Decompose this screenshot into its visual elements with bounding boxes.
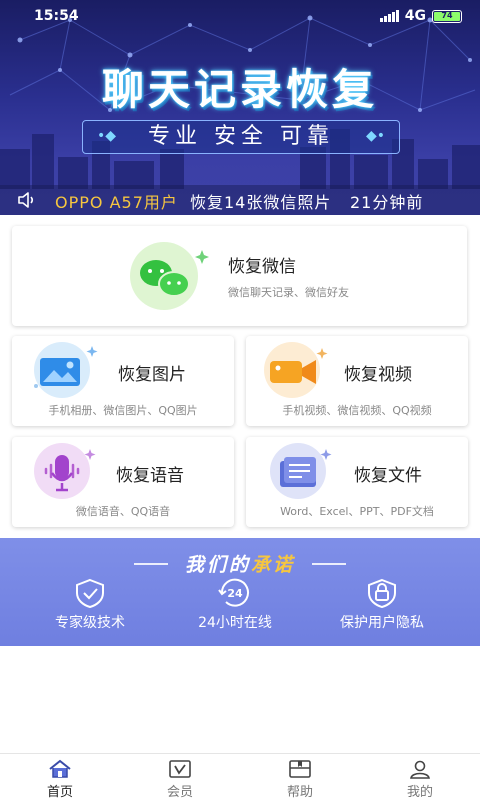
diamond-decoration-icon: ◆•	[365, 128, 385, 144]
recover-file-card[interactable]: 恢复文件 Word、Excel、PPT、PDF文档	[246, 437, 468, 527]
banner-subtitle: 专业 安全 可靠	[148, 124, 334, 149]
status-bar: 15:54 4G 74	[0, 0, 480, 32]
tab-mine[interactable]: 我的	[360, 754, 480, 800]
vip-icon	[169, 760, 191, 778]
network-type: 4G	[404, 8, 426, 24]
service-name: 恢复语音	[116, 466, 184, 486]
image-icon	[34, 342, 98, 398]
service-name: 恢复图片	[118, 365, 186, 385]
document-icon	[270, 443, 332, 499]
wechat-icon	[130, 242, 209, 310]
ticker-time: 21分钟前	[350, 193, 424, 212]
user-icon	[410, 760, 430, 779]
promise-item-online: 24 24小时在线	[155, 578, 315, 632]
recover-wechat-card[interactable]: 恢复微信 微信聊天记录、微信好友	[12, 226, 467, 326]
banner-title: 聊天记录恢复	[101, 65, 378, 114]
promise-section: 我们的承诺 专家级技术 24 24小时在线 保护用户隐私	[0, 538, 480, 646]
home-icon	[49, 759, 71, 778]
service-name: 恢复文件	[354, 466, 422, 486]
battery-icon: 74	[432, 9, 462, 23]
service-desc: 手机相册、微信图片、QQ图片	[48, 404, 198, 417]
lock-shield-icon	[368, 578, 396, 608]
recover-voice-card[interactable]: 恢复语音 微信语音、QQ语音	[12, 437, 234, 527]
recover-image-card[interactable]: 恢复图片 手机相册、微信图片、QQ图片	[12, 336, 234, 426]
divider	[312, 563, 346, 565]
tab-vip[interactable]: 会员	[120, 754, 240, 800]
service-desc: Word、Excel、PPT、PDF文档	[280, 505, 434, 518]
ticker-message: 恢复14张微信照片	[190, 193, 332, 212]
recover-video-card[interactable]: 恢复视频 手机视频、微信视频、QQ视频	[246, 336, 468, 426]
promise-item-privacy: 保护用户隐私	[302, 578, 462, 632]
signal-icon	[379, 10, 399, 22]
svg-text:24: 24	[227, 587, 243, 600]
service-name: 恢复微信	[228, 257, 296, 277]
promise-item-expert: 专家级技术	[10, 578, 170, 632]
book-icon	[289, 760, 311, 778]
clock-24-icon: 24	[218, 578, 249, 607]
microphone-icon	[34, 443, 96, 499]
service-desc: 微信聊天记录、微信好友	[228, 286, 349, 299]
speaker-icon	[18, 192, 34, 208]
banner: 15:54 4G 74 聊天记录恢复 •◆ 专业 安全 可靠 ◆• OPPO A…	[0, 0, 480, 215]
shield-check-icon	[76, 578, 104, 608]
recovery-ticker: OPPO A57用户 恢复14张微信照片 21分钟前	[0, 185, 480, 215]
ticker-user: OPPO A57用户	[55, 193, 178, 212]
promise-title: 我们的承诺	[184, 554, 296, 576]
tab-home[interactable]: 首页	[0, 754, 120, 800]
banner-subtitle-box: •◆ 专业 安全 可靠 ◆•	[82, 120, 400, 154]
video-camera-icon	[264, 342, 328, 398]
bottom-nav: 首页 会员 帮助 我的	[0, 753, 480, 800]
service-desc: 手机视频、微信视频、QQ视频	[282, 404, 432, 417]
status-time: 15:54	[34, 8, 79, 24]
service-desc: 微信语音、QQ语音	[75, 505, 171, 518]
tab-help[interactable]: 帮助	[240, 754, 360, 800]
diamond-decoration-icon: •◆	[97, 128, 117, 144]
service-name: 恢复视频	[344, 365, 412, 385]
